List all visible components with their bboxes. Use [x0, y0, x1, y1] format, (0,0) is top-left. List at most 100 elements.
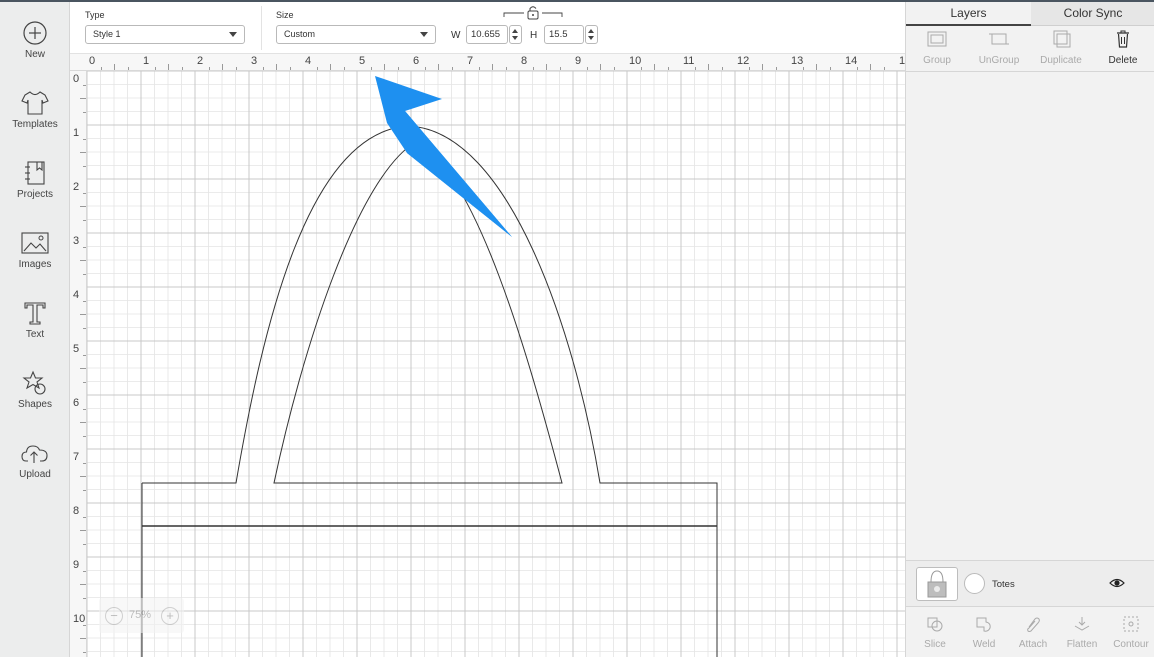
- width-value: 10.655: [471, 29, 501, 40]
- size-select[interactable]: Custom: [276, 25, 436, 44]
- ruler-y-label: 5: [73, 343, 80, 355]
- ungroup-button[interactable]: UnGroup: [968, 30, 1030, 70]
- ruler-tick: [762, 64, 763, 70]
- ruler-tick: [600, 64, 601, 70]
- ruler-tick: [316, 67, 318, 70]
- type-select[interactable]: Style 1: [85, 25, 245, 44]
- slice-button[interactable]: Slice: [910, 615, 960, 655]
- flatten-button[interactable]: Flatten: [1057, 615, 1107, 655]
- ruler-tick: [883, 67, 885, 70]
- weld-icon: [976, 617, 991, 632]
- ruler-tick: [83, 327, 86, 329]
- width-input[interactable]: 10.655: [466, 25, 508, 44]
- ruler-x-label: 2: [197, 55, 204, 67]
- eye-icon[interactable]: [1109, 577, 1125, 589]
- ruler-x-label: 5: [359, 55, 366, 67]
- ruler-tick: [154, 67, 156, 70]
- ruler-y-label: 4: [73, 289, 80, 301]
- size-select-value: Custom: [284, 29, 316, 39]
- ruler-x-label: 9: [575, 55, 582, 67]
- height-value: 15.5: [549, 29, 568, 40]
- ruler-tick: [83, 192, 86, 194]
- tote-bag-icon: [927, 570, 947, 598]
- sidebar-item-new[interactable]: New: [0, 20, 70, 82]
- weld-button[interactable]: Weld: [959, 615, 1009, 655]
- tab-color-sync[interactable]: Color Sync: [1031, 2, 1154, 26]
- ruler-tick: [856, 67, 858, 70]
- ruler-tick: [532, 67, 534, 70]
- tab-layers[interactable]: Layers: [906, 2, 1031, 26]
- sidebar-item-shapes[interactable]: Shapes: [0, 370, 70, 432]
- height-stepper[interactable]: [585, 25, 598, 44]
- ruler-tick: [640, 67, 642, 70]
- delete-button[interactable]: Delete: [1092, 30, 1154, 70]
- ruler-x-label: 1: [143, 55, 150, 67]
- ruler-tick: [83, 408, 86, 410]
- ruler-y-label: 6: [73, 397, 80, 409]
- design-canvas[interactable]: 0 1 2 3 4 5 6 7 8 9 10 11 12 13 14 1 0 1 2 3 4 5 6 7 8 9 10 − 75%…: [70, 54, 905, 657]
- zoom-in-button[interactable]: +: [161, 607, 179, 625]
- duplicate-button[interactable]: Duplicate: [1030, 30, 1092, 70]
- ruler-tick: [721, 67, 723, 70]
- type-select-value: Style 1: [93, 29, 121, 39]
- ruler-tick: [802, 67, 804, 70]
- cloud-upload-icon: [21, 445, 48, 463]
- ruler-x-label: 14: [845, 55, 858, 67]
- major-grid: [87, 71, 905, 657]
- layer-row[interactable]: Totes: [906, 560, 1154, 607]
- ungroup-icon: [989, 33, 1009, 45]
- ruler-y-label: 9: [73, 559, 80, 571]
- sidebar-item-upload[interactable]: Upload: [0, 440, 70, 502]
- top-toolbar: Type Style 1 Size Custom W 10.655 H 15.5: [70, 2, 905, 54]
- ruler-tick: [708, 64, 709, 70]
- chevron-up-icon: [588, 29, 594, 33]
- chevron-down-icon: [512, 36, 518, 40]
- aspect-lock[interactable]: [502, 5, 564, 23]
- ruler-tick: [80, 206, 86, 207]
- layer-color-swatch[interactable]: [964, 573, 985, 594]
- ruler-tick: [168, 64, 169, 70]
- sidebar-item-text[interactable]: Text: [0, 300, 70, 362]
- sidebar-item-projects[interactable]: Projects: [0, 160, 70, 222]
- ruler-y-label: 3: [73, 235, 80, 247]
- width-label: W: [451, 30, 461, 41]
- width-stepper[interactable]: [509, 25, 522, 44]
- duplicate-icon: [1053, 30, 1071, 48]
- ruler-y-label: 2: [73, 181, 80, 193]
- height-input[interactable]: 15.5: [544, 25, 584, 44]
- ruler-x-label: 10: [629, 55, 642, 67]
- group-icon: [927, 31, 947, 47]
- ruler-tick: [83, 165, 86, 167]
- ruler-y-label: 7: [73, 451, 80, 463]
- contour-button[interactable]: Contour: [1106, 615, 1154, 655]
- sidebar-item-label: Projects: [16, 189, 54, 200]
- zoom-out-button[interactable]: −: [105, 607, 123, 625]
- ruler-tick: [83, 354, 86, 356]
- ruler-x-label: 7: [467, 55, 474, 67]
- ruler-tick: [83, 381, 86, 383]
- sidebar-item-label: Text: [25, 329, 45, 340]
- ruler-tick: [83, 597, 86, 599]
- ruler-x-label: 3: [251, 55, 258, 67]
- sidebar-item-images[interactable]: Images: [0, 230, 70, 292]
- ruler-tick: [80, 638, 86, 639]
- group-button[interactable]: Group: [906, 30, 968, 70]
- ruler-y-label: 0: [73, 73, 80, 85]
- ruler-tick: [80, 314, 86, 315]
- sidebar-item-templates[interactable]: Templates: [0, 90, 70, 152]
- ruler-tick: [559, 67, 561, 70]
- ruler-x-label: 4: [305, 55, 312, 67]
- attach-button[interactable]: Attach: [1008, 615, 1058, 655]
- ruler-tick: [235, 67, 237, 70]
- notebook-icon: [25, 161, 45, 185]
- layer-toolbar: Group UnGroup Duplicate Delete: [906, 26, 1154, 72]
- ruler-tick: [694, 67, 696, 70]
- ruler-tick: [114, 64, 115, 70]
- zoom-control: − 75% +: [99, 598, 184, 633]
- zoom-level: 75%: [129, 609, 152, 621]
- chevron-down-icon: [420, 32, 428, 37]
- ruler-tick: [829, 67, 831, 70]
- ruler-tick: [424, 67, 426, 70]
- image-icon: [21, 232, 49, 254]
- ruler-tick: [83, 516, 86, 518]
